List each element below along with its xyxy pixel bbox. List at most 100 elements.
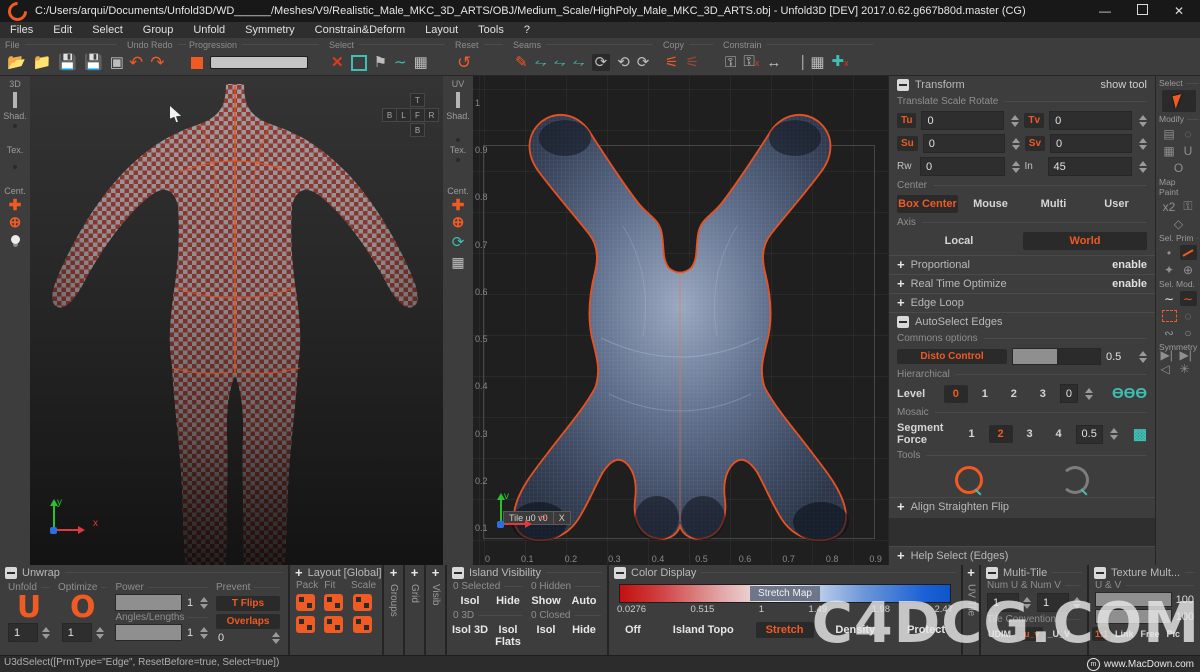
unfold-value-field[interactable]: 1: [8, 623, 38, 642]
axis-local-button[interactable]: Local: [897, 232, 1021, 250]
replace-select-icon[interactable]: ∼: [1161, 291, 1178, 306]
horizontal-constrain-icon[interactable]: ↔: [766, 55, 781, 70]
edge-loop-a-icon[interactable]: ⥊: [535, 55, 547, 70]
close-button[interactable]: ✕: [1174, 4, 1184, 18]
view-orientation-cube[interactable]: T B L F R B: [382, 93, 437, 137]
hierarchy-tree-icon[interactable]: ƟƟƟ: [1112, 385, 1147, 402]
angles-slider[interactable]: [115, 624, 182, 641]
expand-icon[interactable]: +: [897, 259, 905, 271]
select-point-icon[interactable]: •: [1161, 245, 1178, 260]
collapse-icon[interactable]: [897, 316, 909, 328]
sphere-grid-icon[interactable]: ◌: [1180, 126, 1197, 141]
save-icon[interactable]: 💾: [58, 55, 77, 70]
overlaps-button[interactable]: Overlaps: [216, 614, 280, 629]
realtime-optimize-section-header[interactable]: + Real Time Optimize enable: [889, 274, 1155, 293]
menu-unfold[interactable]: Unfold: [193, 24, 225, 36]
show-tool-button[interactable]: show tool: [1101, 79, 1147, 91]
weld-group-icon[interactable]: ⟲: [617, 55, 630, 70]
save-as-icon[interactable]: 💾: [84, 55, 103, 70]
grid-collapsed-panel[interactable]: + Grid: [405, 565, 424, 658]
grid-select-icon[interactable]: ▦: [414, 55, 428, 70]
align-straighten-flip-section-header[interactable]: + Align Straighten Flip: [889, 497, 1155, 516]
pack-selected-icon[interactable]: [296, 616, 315, 633]
texture-u-slider[interactable]: [1095, 592, 1172, 607]
proportional-enable-button[interactable]: enable: [1112, 259, 1147, 271]
mosaic-grid-icon[interactable]: ▩: [1133, 425, 1147, 443]
uv-shading-solid-icon[interactable]: [456, 124, 460, 128]
center-user-button[interactable]: User: [1086, 195, 1147, 213]
menu-symmetry[interactable]: Symmetry: [245, 24, 295, 36]
uv-texture-dim1-icon[interactable]: [456, 172, 460, 176]
flag-select-icon[interactable]: ⚑: [374, 55, 387, 70]
num-v-field[interactable]: 1: [1037, 593, 1069, 612]
maximize-button[interactable]: [1137, 4, 1148, 18]
expand-icon[interactable]: +: [897, 501, 905, 513]
expand-icon[interactable]: +: [897, 297, 905, 309]
collapse-icon[interactable]: [5, 567, 17, 579]
uv-center-selection-icon[interactable]: ⊕: [452, 216, 465, 230]
prevent-spinner[interactable]: [272, 632, 280, 644]
viewport-3d[interactable]: T B L F R B y x: [30, 76, 443, 565]
unpin-icon[interactable]: ⚿x: [743, 54, 759, 71]
select-island-icon[interactable]: ⊕: [1180, 262, 1197, 277]
select-edge-icon[interactable]: [1180, 245, 1197, 260]
center-mouse-button[interactable]: Mouse: [960, 195, 1021, 213]
center-box-center-button[interactable]: Box Center: [897, 195, 958, 213]
hide-selected-button[interactable]: Hide: [489, 593, 527, 609]
collapse-icon[interactable]: [1094, 567, 1106, 579]
view-right-button[interactable]: R: [424, 108, 439, 122]
uv-upper-convention-button[interactable]: _U_V: [1045, 627, 1074, 641]
hide-closed-button[interactable]: Hide: [565, 622, 603, 650]
reset-icon[interactable]: ↺: [457, 55, 471, 70]
rectangle-select-icon[interactable]: [351, 55, 367, 71]
segment-1-button[interactable]: 1: [960, 425, 984, 443]
isol-3d-button[interactable]: Isol 3D: [451, 622, 489, 650]
rw-spinner[interactable]: [1012, 161, 1020, 173]
view-top-button[interactable]: T: [410, 93, 425, 107]
udim-button[interactable]: UDIM: [985, 627, 1014, 641]
density-button[interactable]: Density: [825, 622, 885, 638]
vertical-constrain-icon[interactable]: ⎹: [788, 55, 803, 70]
uv-texture-none-icon[interactable]: [456, 158, 460, 162]
sv-field[interactable]: 0: [1050, 134, 1132, 153]
scale-x1-icon[interactable]: [353, 594, 372, 611]
unwrap-header[interactable]: Unwrap: [0, 565, 288, 580]
angles-spinner[interactable]: [200, 627, 208, 639]
free-button[interactable]: Free: [1138, 627, 1163, 641]
view-left-button[interactable]: L: [396, 108, 411, 122]
center-selection-icon[interactable]: ⊕: [9, 216, 22, 230]
unfold-spinner[interactable]: [42, 627, 50, 639]
uv-shading-wireframe-icon[interactable]: [456, 131, 460, 135]
lasso-select-mode-icon[interactable]: ◌: [1180, 308, 1197, 323]
axis-world-button[interactable]: World: [1023, 232, 1147, 250]
texture-checker-dim1-icon[interactable]: [13, 172, 17, 176]
uv-center-view-icon[interactable]: ✚: [452, 199, 465, 213]
rw-field[interactable]: 0: [920, 157, 1005, 176]
menu-select[interactable]: Select: [92, 24, 123, 36]
collapse-icon[interactable]: [614, 567, 626, 579]
in-field[interactable]: 45: [1048, 157, 1133, 176]
copy-uv-icon[interactable]: ⚟: [665, 55, 678, 70]
pack-all-icon[interactable]: [296, 594, 315, 611]
isol-closed-button[interactable]: Isol: [527, 622, 565, 650]
u-shape-icon[interactable]: U: [1180, 143, 1197, 158]
level-1-button[interactable]: 1: [973, 385, 997, 403]
texture-checker-icon[interactable]: [13, 165, 17, 169]
shading-wireframe-icon[interactable]: [13, 131, 17, 135]
expand-icon[interactable]: +: [411, 567, 419, 579]
center-view-icon[interactable]: ✚: [9, 199, 22, 213]
color-off-button[interactable]: Off: [615, 622, 651, 638]
deform-grid-icon[interactable]: ▤: [1161, 126, 1178, 141]
tv-field[interactable]: 0: [1049, 111, 1132, 130]
light-icon[interactable]: [11, 235, 20, 244]
import-file-icon[interactable]: 📁: [33, 55, 52, 70]
level-value-field[interactable]: 0: [1060, 384, 1078, 403]
num-u-spinner[interactable]: [1023, 597, 1031, 609]
groups-collapsed-panel[interactable]: + Groups: [384, 565, 403, 658]
select-polygon-icon[interactable]: ✦: [1161, 262, 1178, 277]
transform-section-header[interactable]: Transform show tool: [889, 76, 1155, 94]
link-button[interactable]: Link: [1112, 627, 1137, 641]
edge-loop-c-icon[interactable]: ⥊: [573, 55, 585, 70]
paste-uv-icon[interactable]: ⚟: [685, 55, 698, 70]
expand-icon[interactable]: +: [897, 550, 905, 562]
